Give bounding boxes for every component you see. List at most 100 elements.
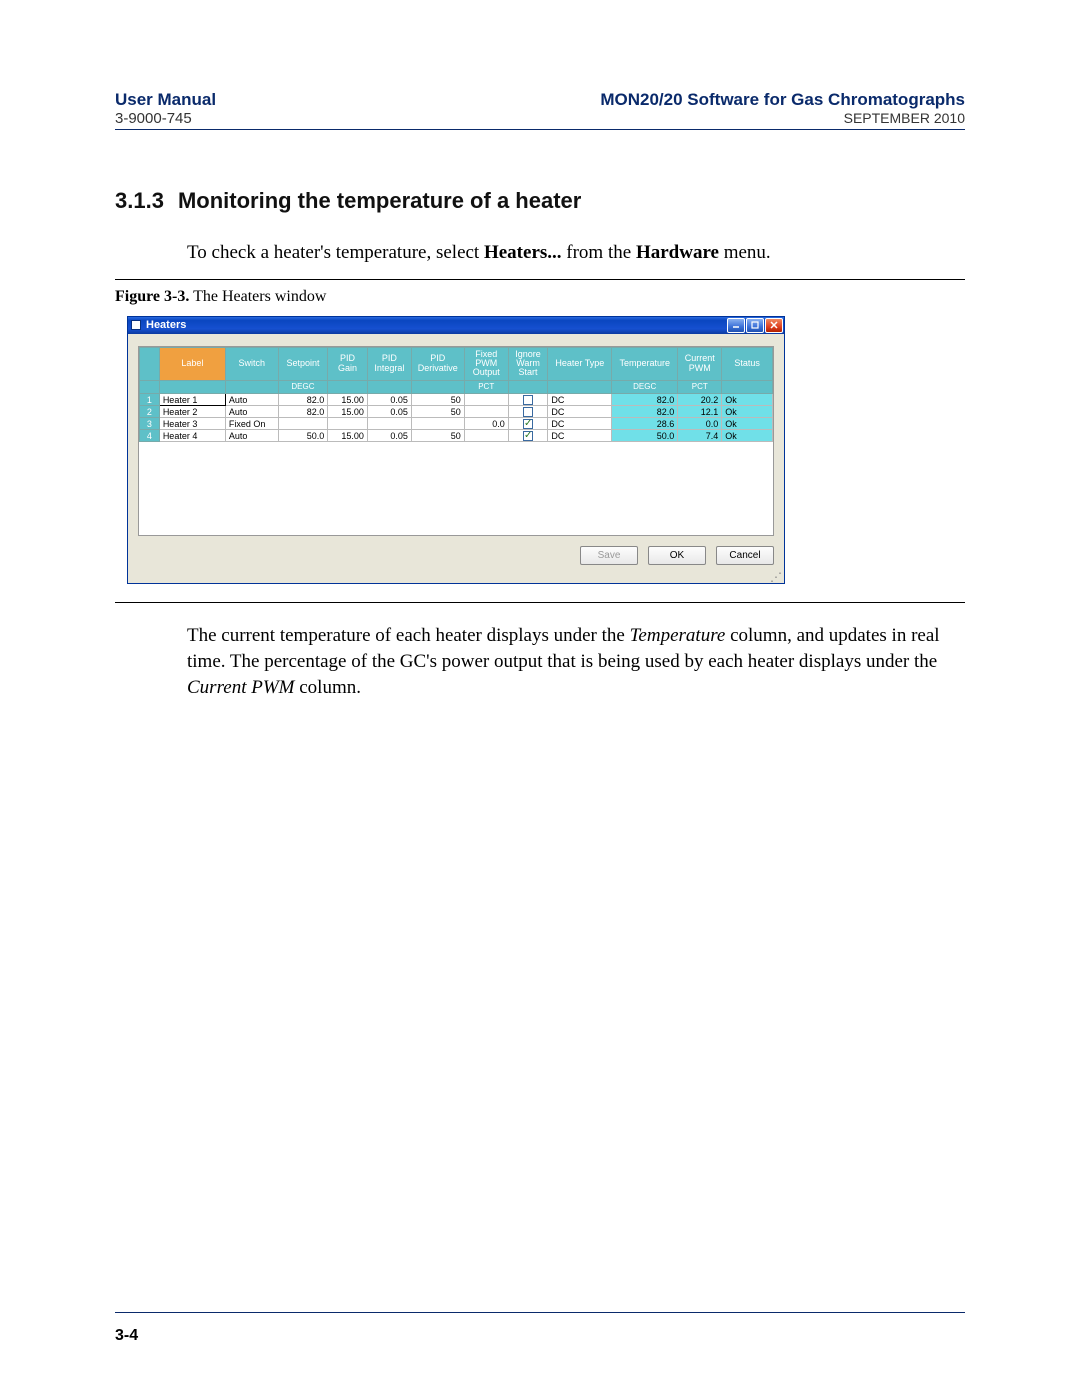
cell-fixed-pwm[interactable] [464,406,508,418]
cancel-button[interactable]: Cancel [716,546,774,565]
page-number: 3-4 [115,1327,138,1345]
cell-label[interactable]: Heater 2 [159,406,225,418]
cell-status[interactable]: Ok [722,406,773,418]
section-heading: 3.1.3 Monitoring the temperature of a hea… [115,188,965,214]
col-temperature[interactable]: Temperature [612,347,678,380]
cell-heater-type[interactable]: DC [548,406,612,418]
row-number[interactable]: 4 [140,430,160,442]
row-number[interactable]: 2 [140,406,160,418]
col-label[interactable]: Label [159,347,225,380]
cell-heater-type[interactable]: DC [548,430,612,442]
cell-status[interactable]: Ok [722,430,773,442]
table-row[interactable]: 4Heater 4Auto50.015.000.0550DC50.07.4Ok [140,430,773,442]
cell-gain[interactable] [328,418,368,430]
col-pid-gain[interactable]: PID Gain [328,347,368,380]
heaters-window: Heaters Labe [127,316,785,584]
cell-temperature[interactable]: 50.0 [612,430,678,442]
table-row[interactable]: 1Heater 1Auto82.015.000.0550DC82.020.2Ok [140,394,773,406]
cell-current-pwm[interactable]: 20.2 [678,394,722,406]
cell-temperature[interactable]: 82.0 [612,394,678,406]
cell-status[interactable]: Ok [722,394,773,406]
section-title: Monitoring the temperature of a heater [178,188,581,213]
cell-heater-type[interactable]: DC [548,418,612,430]
header-left-title: User Manual [115,90,216,110]
checkbox-icon[interactable] [523,419,533,429]
cell-derivative[interactable]: 50 [411,430,464,442]
cell-gain[interactable]: 15.00 [328,406,368,418]
cell-integral[interactable]: 0.05 [367,430,411,442]
col-pid-integral[interactable]: PID Integral [367,347,411,380]
cell-derivative[interactable] [411,418,464,430]
cell-gain[interactable]: 15.00 [328,430,368,442]
cell-status[interactable]: Ok [722,418,773,430]
cell-integral[interactable]: 0.05 [367,394,411,406]
cell-label[interactable]: Heater 4 [159,430,225,442]
ok-button[interactable]: OK [648,546,706,565]
figure-label: Figure 3-3. The Heaters window [115,288,965,306]
cell-label[interactable]: Heater 3 [159,418,225,430]
cell-switch[interactable]: Auto [225,394,278,406]
col-pid-derivative[interactable]: PID Derivative [411,347,464,380]
col-current-pwm[interactable]: Current PWM [678,347,722,380]
cell-current-pwm[interactable]: 12.1 [678,406,722,418]
header-right-title: MON20/20 Software for Gas Chromatographs [600,90,965,110]
titlebar[interactable]: Heaters [128,317,784,334]
cell-gain[interactable]: 15.00 [328,394,368,406]
minimize-button[interactable] [727,318,745,333]
col-fixed-pwm[interactable]: Fixed PWM Output [464,347,508,380]
col-ignore-warm[interactable]: Ignore Warm Start [508,347,548,380]
page-header: User Manual 3-9000-745 MON20/20 Software… [115,90,965,130]
col-corner[interactable] [140,347,160,380]
cell-derivative[interactable]: 50 [411,394,464,406]
cell-fixed-pwm[interactable] [464,394,508,406]
col-heater-type[interactable]: Heater Type [548,347,612,380]
cell-ignore-warm[interactable] [508,406,548,418]
header-doc-number: 3-9000-745 [115,110,216,127]
cell-temperature[interactable]: 82.0 [612,406,678,418]
divider-top [115,279,965,280]
header-date: SEPTEMBER 2010 [600,110,965,126]
window-title: Heaters [146,319,186,331]
cell-derivative[interactable]: 50 [411,406,464,418]
grid-units-row: DEGC PCT DEGC PCT [140,380,773,393]
cell-setpoint[interactable]: 82.0 [278,394,328,406]
cell-integral[interactable]: 0.05 [367,406,411,418]
cell-switch[interactable]: Auto [225,430,278,442]
cell-setpoint[interactable] [278,418,328,430]
table-row[interactable]: 3Heater 3Fixed On0.0DC28.60.0Ok [140,418,773,430]
cell-heater-type[interactable]: DC [548,394,612,406]
checkbox-icon[interactable] [523,407,533,417]
col-status[interactable]: Status [722,347,773,380]
cell-fixed-pwm[interactable] [464,430,508,442]
grid-header-row: Label Switch Setpoint PID Gain PID Integ… [140,347,773,380]
cell-integral[interactable] [367,418,411,430]
cell-switch[interactable]: Fixed On [225,418,278,430]
cell-temperature[interactable]: 28.6 [612,418,678,430]
cell-ignore-warm[interactable] [508,394,548,406]
cell-setpoint[interactable]: 50.0 [278,430,328,442]
cell-label[interactable]: Heater 1 [159,394,225,406]
section-number: 3.1.3 [115,188,164,213]
cell-current-pwm[interactable]: 7.4 [678,430,722,442]
cell-fixed-pwm[interactable]: 0.0 [464,418,508,430]
window-icon [131,320,141,330]
footer-rule [115,1312,965,1313]
col-setpoint[interactable]: Setpoint [278,347,328,380]
row-number[interactable]: 3 [140,418,160,430]
close-button[interactable] [765,318,783,333]
checkbox-icon[interactable] [523,395,533,405]
row-number[interactable]: 1 [140,394,160,406]
cell-ignore-warm[interactable] [508,430,548,442]
table-row[interactable]: 2Heater 2Auto82.015.000.0550DC82.012.1Ok [140,406,773,418]
col-switch[interactable]: Switch [225,347,278,380]
heaters-grid[interactable]: Label Switch Setpoint PID Gain PID Integ… [138,346,774,536]
maximize-button[interactable] [746,318,764,333]
cell-switch[interactable]: Auto [225,406,278,418]
cell-ignore-warm[interactable] [508,418,548,430]
resize-grip[interactable]: ⋰ [128,573,784,583]
divider-bottom [115,602,965,603]
save-button[interactable]: Save [580,546,638,565]
cell-setpoint[interactable]: 82.0 [278,406,328,418]
checkbox-icon[interactable] [523,431,533,441]
cell-current-pwm[interactable]: 0.0 [678,418,722,430]
